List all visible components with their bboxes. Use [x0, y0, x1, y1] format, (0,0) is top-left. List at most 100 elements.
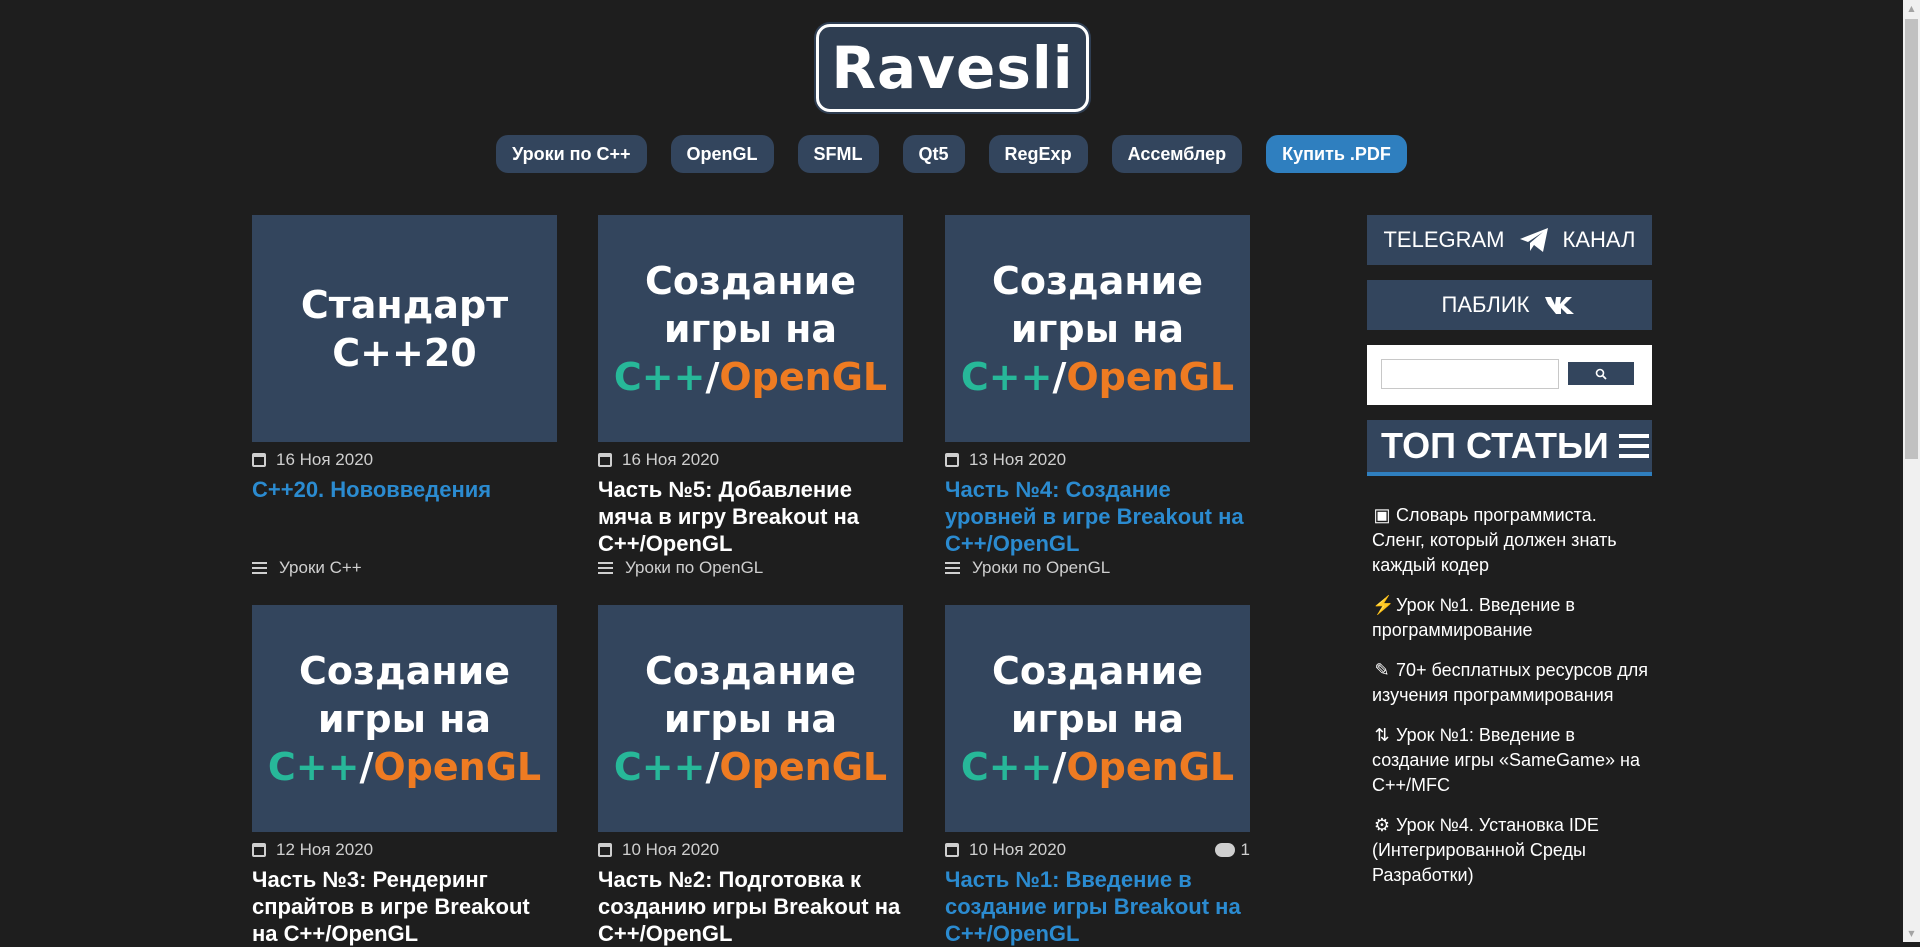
post-title[interactable]: Часть №3: Рендеринг спрайтов в игре Brea…: [252, 866, 557, 947]
post-thumbnail[interactable]: Создание игры на C++/OpenGL: [945, 215, 1250, 442]
gear-icon: ⚙: [1373, 815, 1391, 835]
site-logo[interactable]: Ravesli: [816, 24, 1089, 112]
top-article-text: 70+ бесплатных ресурсов для изучения про…: [1372, 660, 1648, 705]
telegram-label: TELEGRAM: [1383, 227, 1505, 252]
list-icon: [598, 562, 613, 574]
post-meta: 12 Ноя 2020: [252, 840, 557, 860]
post-meta: 16 Ноя 2020: [598, 450, 903, 470]
pencil-icon: ✎: [1374, 660, 1390, 680]
post-category[interactable]: Уроки по OpenGL: [598, 558, 903, 578]
post-date: 12 Ноя 2020: [276, 840, 374, 859]
top-article-text: Урок №1: Введение в создание игры «SameG…: [1372, 725, 1640, 795]
nav-opengl[interactable]: OpenGL: [670, 135, 774, 173]
top-article-item[interactable]: ⇅ Урок №1: Введение в создание игры «Same…: [1372, 723, 1652, 798]
telegram-icon: [1519, 228, 1548, 252]
thumb-line: Создание: [991, 258, 1204, 303]
page-scrollbar[interactable]: ▲ ▼: [1903, 0, 1920, 942]
post-date: 16 Ноя 2020: [622, 450, 720, 469]
post-title[interactable]: Часть №1: Введение в создание игры Break…: [945, 866, 1250, 947]
post-title[interactable]: Часть №5: Добавление мяча в игру Breakou…: [598, 476, 903, 557]
post-meta: 10 Ноя 2020: [598, 840, 903, 860]
menu-icon: [1618, 434, 1649, 458]
post-title[interactable]: Часть №4: Создание уровней в игре Breako…: [945, 476, 1250, 557]
post-card: Создание игры на C++/OpenGL 10 Ноя 2020 …: [598, 605, 903, 947]
sort-icon: ⇅: [1374, 725, 1390, 745]
post-date: 10 Ноя 2020: [622, 840, 720, 859]
top-articles-heading: ТОП СТАТЬИ: [1367, 420, 1652, 476]
thumb-line: Создание: [644, 258, 857, 303]
post-category[interactable]: Уроки C++: [252, 558, 557, 578]
book-icon: ▣: [1373, 505, 1391, 525]
thumb-line-cpp-opengl: C++/OpenGL: [960, 354, 1235, 399]
post-meta: 16 Ноя 2020: [252, 450, 557, 470]
top-article-item[interactable]: ✎ 70+ бесплатных ресурсов для изучения пр…: [1372, 658, 1652, 708]
top-article-item[interactable]: ▣ Словарь программиста. Сленг, который до…: [1372, 503, 1652, 578]
thumb-line: Создание: [298, 648, 511, 693]
post-thumbnail[interactable]: Создание игры на C++/OpenGL: [252, 605, 557, 832]
channel-label: КАНАЛ: [1562, 227, 1636, 252]
top-article-text: Словарь программиста. Сленг, который дол…: [1372, 505, 1617, 575]
post-meta: 13 Ноя 2020: [945, 450, 1250, 470]
post-title[interactable]: Часть №2: Подготовка к созданию игры Bre…: [598, 866, 903, 947]
thumb-line: игры на: [317, 696, 492, 741]
logo-text: Ravesli: [831, 34, 1074, 102]
search-widget: [1367, 345, 1652, 405]
thumb-line: Создание: [991, 648, 1204, 693]
thumb-line: игры на: [663, 696, 838, 741]
top-article-text: Урок №4. Установка IDE (Интегрированной …: [1372, 815, 1599, 885]
list-icon: [252, 562, 267, 574]
search-icon: [1595, 368, 1607, 380]
post-date: 10 Ноя 2020: [969, 840, 1067, 859]
thumb-line: Стандарт: [300, 282, 509, 327]
thumb-line: игры на: [1010, 696, 1185, 741]
plug-icon: ⚡: [1372, 595, 1395, 615]
post-card: Создание игры на C++/OpenGL 16 Ноя 2020 …: [598, 215, 903, 578]
nav-sfml[interactable]: SFML: [797, 135, 879, 173]
post-card: Создание игры на C++/OpenGL 13 Ноя 2020 …: [945, 215, 1250, 578]
calendar-icon: [945, 453, 959, 467]
calendar-icon: [252, 843, 266, 857]
main-nav: Уроки по C++ OpenGL SFML Qt5 RegExp Ассе…: [0, 135, 1903, 173]
category-label: Уроки C++: [279, 558, 362, 577]
top-articles-list: ▣ Словарь программиста. Сленг, который до…: [1372, 503, 1652, 903]
thumb-line: C++20: [332, 330, 477, 375]
thumb-line-cpp-opengl: C++/OpenGL: [960, 744, 1235, 789]
search-button[interactable]: [1568, 362, 1634, 385]
post-title[interactable]: C++20. Нововведения: [252, 476, 557, 557]
post-thumbnail[interactable]: Создание игры на C++/OpenGL: [945, 605, 1250, 832]
thumb-line-cpp-opengl: C++/OpenGL: [267, 744, 542, 789]
category-label: Уроки по OpenGL: [972, 558, 1111, 577]
post-thumbnail[interactable]: Стандарт C++20: [252, 215, 557, 442]
top-article-text: Урок №1. Введение в программирование: [1372, 595, 1575, 640]
post-card: Стандарт C++20 16 Ноя 2020 C++20. Нововв…: [252, 215, 557, 578]
comments-count[interactable]: 1: [1214, 840, 1250, 860]
post-category[interactable]: Уроки по OpenGL: [945, 558, 1250, 578]
calendar-icon: [598, 453, 612, 467]
thumb-line-cpp-opengl: C++/OpenGL: [613, 744, 888, 789]
post-thumbnail[interactable]: Создание игры на C++/OpenGL: [598, 215, 903, 442]
comments-number: 1: [1240, 840, 1250, 859]
top-article-item[interactable]: ⚙ Урок №4. Установка IDE (Интегрированной…: [1372, 813, 1652, 888]
vk-label: ПАБЛИК: [1441, 292, 1530, 317]
post-date: 16 Ноя 2020: [276, 450, 374, 469]
top-articles-title: ТОП СТАТЬИ: [1381, 425, 1609, 466]
search-input[interactable]: [1381, 359, 1559, 389]
nav-qt5[interactable]: Qt5: [902, 135, 965, 173]
post-date: 13 Ноя 2020: [969, 450, 1067, 469]
thumb-line: игры на: [663, 306, 838, 351]
list-icon: [945, 562, 960, 574]
thumb-line-cpp-opengl: C++/OpenGL: [613, 354, 888, 399]
nav-buy-pdf[interactable]: Купить .PDF: [1266, 135, 1407, 173]
nav-cpp[interactable]: Уроки по C++: [496, 135, 647, 173]
nav-regexp[interactable]: RegExp: [988, 135, 1088, 173]
telegram-channel-button[interactable]: TELEGRAM КАНАЛ: [1367, 215, 1652, 265]
top-article-item[interactable]: ⚡Урок №1. Введение в программирование: [1372, 593, 1652, 643]
scroll-up-icon[interactable]: ▲: [1903, 0, 1920, 17]
thumb-line: игры на: [1010, 306, 1185, 351]
post-card: Создание игры на C++/OpenGL 10 Ноя 2020 …: [945, 605, 1250, 947]
nav-assembler[interactable]: Ассемблер: [1111, 135, 1243, 173]
scrollbar-thumb[interactable]: [1905, 19, 1918, 459]
vk-public-button[interactable]: ПАБЛИК: [1367, 280, 1652, 330]
post-thumbnail[interactable]: Создание игры на C++/OpenGL: [598, 605, 903, 832]
scroll-down-icon[interactable]: ▼: [1903, 925, 1920, 942]
